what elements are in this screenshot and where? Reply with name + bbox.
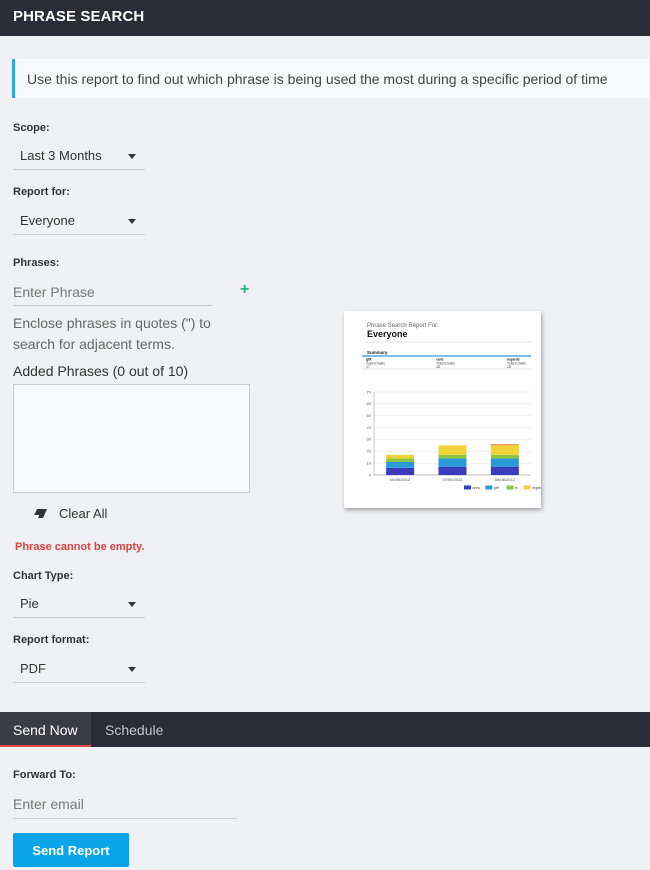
preview-summary-label: Summary bbox=[367, 350, 388, 355]
page-title: PHRASE SEARCH bbox=[13, 8, 145, 25]
y-tick-label: 40 bbox=[367, 425, 372, 430]
email-input[interactable] bbox=[13, 789, 237, 819]
chart-type-select[interactable]: Pie bbox=[13, 592, 145, 618]
tab-send-now[interactable]: Send Now bbox=[0, 712, 91, 747]
legend-label: gift bbox=[494, 486, 499, 490]
legend-swatch bbox=[485, 485, 493, 490]
bar-segment bbox=[490, 466, 519, 475]
x-tick-label: 07/06/2012 bbox=[442, 477, 463, 482]
scope-select[interactable]: Last 3 Months bbox=[13, 144, 145, 170]
y-tick-label: 50 bbox=[367, 413, 372, 418]
phrase-input[interactable] bbox=[13, 279, 212, 306]
x-tick-label: 08/06/2012 bbox=[495, 477, 516, 482]
preview-summary-value: 48 bbox=[436, 365, 440, 369]
chevron-down-icon bbox=[128, 667, 136, 672]
chart-type-label: Chart Type: bbox=[13, 570, 74, 582]
y-tick-label: 70 bbox=[367, 389, 372, 394]
info-banner: Use this report to find out which phrase… bbox=[12, 59, 650, 98]
preview-stacked-bar-chart: 70 60 50 40 30 20 10 0 06/06/2012 07/06/2012 08/06… bbox=[367, 389, 545, 490]
info-text: Use this report to find out which phrase… bbox=[27, 71, 608, 87]
y-tick-label: 30 bbox=[367, 437, 372, 442]
y-tick-label: 10 bbox=[367, 460, 372, 465]
report-for-value: Everyone bbox=[20, 213, 75, 228]
chevron-down-icon bbox=[128, 154, 136, 159]
chevron-down-icon bbox=[128, 602, 136, 607]
tab-send-now-label: Send Now bbox=[13, 722, 78, 738]
legend-swatch bbox=[464, 485, 471, 490]
report-format-select[interactable]: PDF bbox=[13, 657, 145, 683]
phrase-error: Phrase cannot be empty. bbox=[15, 541, 145, 553]
y-tick-label: 60 bbox=[367, 401, 372, 406]
report-format-label: Report format: bbox=[13, 634, 90, 646]
tab-schedule[interactable]: Schedule bbox=[91, 712, 181, 747]
clear-all-label: Clear All bbox=[59, 506, 108, 521]
chart-type-value: Pie bbox=[20, 596, 39, 611]
bar-segment bbox=[438, 458, 467, 467]
top-bar: PHRASE SEARCH bbox=[0, 0, 650, 36]
report-format-value: PDF bbox=[20, 661, 46, 676]
report-for-select[interactable]: Everyone bbox=[13, 209, 145, 235]
legend-label: hi bbox=[515, 486, 518, 490]
bar-segment bbox=[386, 461, 415, 468]
report-for-label: Report for: bbox=[13, 186, 70, 198]
y-tick-label: 20 bbox=[367, 449, 372, 454]
eraser-icon bbox=[33, 509, 47, 518]
phrase-hint: Enclose phrases in quotes (") to search … bbox=[13, 315, 211, 352]
legend-label: regards bbox=[532, 486, 541, 490]
added-phrases-list[interactable] bbox=[13, 384, 250, 493]
forward-to-label: Forward To: bbox=[13, 769, 76, 781]
send-report-button[interactable]: Send Report bbox=[13, 833, 129, 867]
preview-report-subject: Everyone bbox=[367, 329, 408, 339]
y-tick-label: 0 bbox=[369, 472, 372, 477]
bar-segment bbox=[438, 466, 467, 475]
legend-swatch bbox=[506, 485, 514, 490]
preview-summary-value: 18 bbox=[507, 365, 511, 369]
bar-segment bbox=[490, 454, 519, 459]
add-phrase-icon[interactable]: + bbox=[240, 281, 249, 299]
bar-segment bbox=[438, 454, 467, 459]
phrases-label: Phrases: bbox=[13, 257, 60, 269]
preview-summary-value: 17 bbox=[366, 365, 370, 369]
tab-schedule-label: Schedule bbox=[105, 722, 164, 738]
send-tabs: Send Now Schedule bbox=[0, 712, 650, 747]
chevron-down-icon bbox=[128, 219, 136, 224]
report-preview: Phrase Search Report For: Everyone Summa… bbox=[344, 311, 545, 508]
bar-segment bbox=[386, 454, 415, 459]
bar-segment bbox=[490, 445, 519, 455]
bar-segment bbox=[386, 467, 415, 475]
bar-segment bbox=[386, 458, 415, 462]
scope-value: Last 3 Months bbox=[20, 148, 102, 163]
legend-swatch bbox=[523, 485, 531, 490]
legend-label: area bbox=[473, 486, 480, 490]
x-tick-label: 06/06/2012 bbox=[390, 477, 411, 482]
bar-segment bbox=[438, 445, 467, 455]
bar-segment bbox=[490, 444, 519, 446]
bar-segment bbox=[490, 458, 519, 467]
added-phrases-label: Added Phrases (0 out of 10) bbox=[13, 363, 189, 379]
scope-label: Scope: bbox=[13, 122, 50, 134]
report-preview-image: Phrase Search Report For: Everyone Summa… bbox=[362, 323, 545, 490]
